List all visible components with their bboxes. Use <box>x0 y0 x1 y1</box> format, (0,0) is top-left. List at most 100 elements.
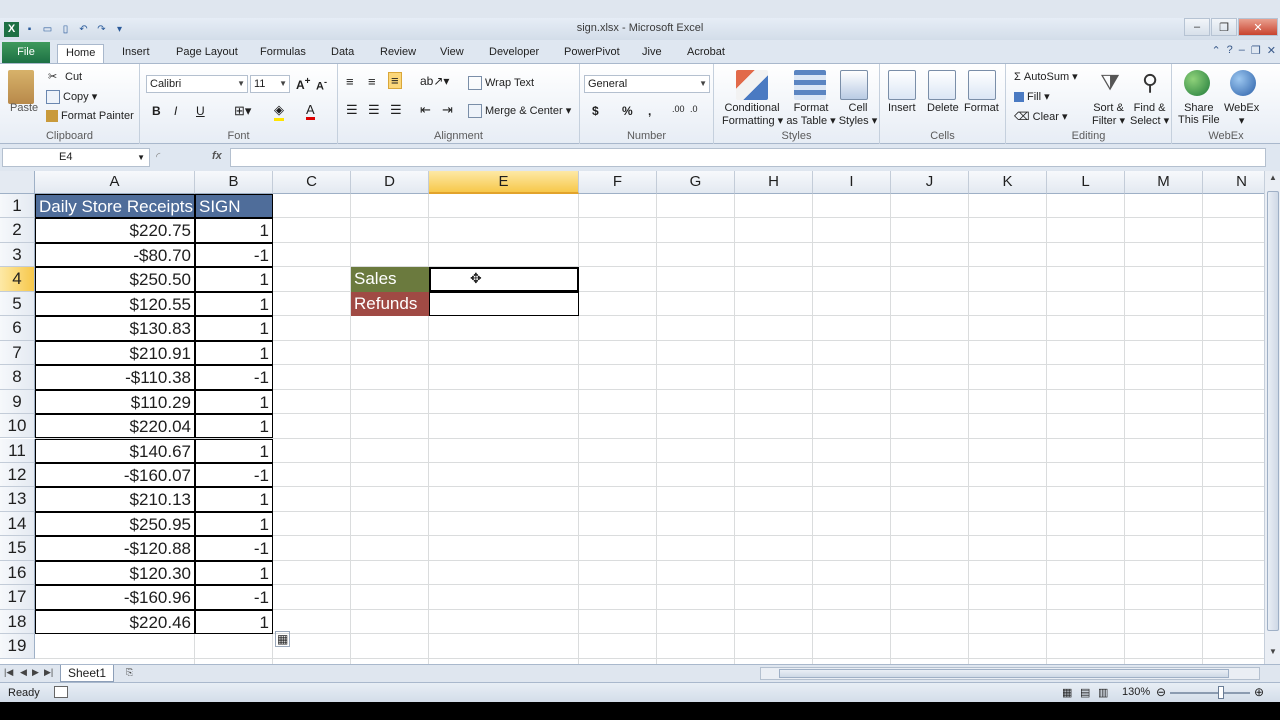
autosum-button[interactable]: Σ AutoSum ▾ <box>1014 70 1078 83</box>
cell-a9[interactable]: $110.29 <box>35 389 195 415</box>
conditional-formatting-button[interactable]: Conditional Formatting ▾ <box>722 102 783 127</box>
cell-b6[interactable]: 1 <box>195 316 273 341</box>
cell-a7[interactable]: $210.91 <box>35 340 195 366</box>
increase-indent-icon[interactable]: ⇥ <box>442 102 453 118</box>
row-header-17[interactable]: 17 <box>0 585 35 610</box>
fill-color-icon[interactable]: ◈ <box>274 102 284 121</box>
insert-button[interactable]: Insert <box>888 102 916 114</box>
cell-a15[interactable]: -$120.88 <box>35 536 195 561</box>
delete-cells-icon[interactable] <box>928 70 956 100</box>
insert-sheet-icon[interactable]: ⎘ <box>126 667 133 678</box>
zoom-out-icon[interactable]: ⊖ <box>1156 685 1166 699</box>
column-header-e[interactable]: E <box>429 171 579 194</box>
tab-view[interactable]: View <box>432 44 472 63</box>
cell-b10[interactable]: 1 <box>195 414 273 439</box>
format-cells-icon[interactable] <box>968 70 996 100</box>
clear-button[interactable]: ⌫ Clear ▾ <box>1014 110 1068 123</box>
cell-b5[interactable]: 1 <box>195 291 273 317</box>
cell-b15[interactable]: -1 <box>195 536 273 561</box>
tab-powerpivot[interactable]: PowerPivot <box>556 44 628 63</box>
worksheet-grid[interactable]: ABCDEFGHIJKLMN 1 2 3 4 5 6 7 8 9 10 11 12 13 14 15 16 17… <box>0 171 1264 664</box>
row-header-7[interactable]: 7 <box>0 340 35 366</box>
row-header-12[interactable]: 12 <box>0 462 35 488</box>
cell-a18[interactable]: $220.46 <box>35 609 195 635</box>
sort-filter-icon[interactable]: ⧩ <box>1094 70 1126 100</box>
format-as-table-button[interactable]: Format as Table ▾ <box>786 102 836 127</box>
cell-e4[interactable] <box>429 267 579 292</box>
column-header-j[interactable]: J <box>891 171 969 194</box>
minimize-ribbon-icon[interactable]: ⌃ <box>1211 44 1220 57</box>
paste-icon[interactable] <box>8 70 34 104</box>
horizontal-scrollbar[interactable] <box>760 667 1260 680</box>
row-header-1[interactable]: 1 <box>0 194 35 219</box>
tab-page-layout[interactable]: Page Layout <box>168 44 246 63</box>
merge-center-button[interactable]: Merge & Center ▾ <box>468 104 571 119</box>
cell-styles-icon[interactable] <box>840 70 868 100</box>
number-format-select[interactable]: General ▼ <box>584 75 710 93</box>
help-icon[interactable]: ? <box>1227 44 1233 57</box>
comma-button[interactable]: , <box>648 104 651 118</box>
italic-button[interactable]: I <box>174 104 177 118</box>
column-header-m[interactable]: M <box>1125 171 1203 194</box>
column-header-k[interactable]: K <box>969 171 1047 194</box>
page-layout-view-icon[interactable]: ▤ <box>1080 686 1090 699</box>
column-header-d[interactable]: D <box>351 171 429 194</box>
font-name-select[interactable]: Calibri ▼ <box>146 75 248 93</box>
bottom-align-icon[interactable]: ≡ <box>388 72 402 89</box>
row-header-10[interactable]: 10 <box>0 414 35 439</box>
row-header-11[interactable]: 11 <box>0 438 35 463</box>
format-as-table-icon[interactable] <box>794 70 826 100</box>
find-select-button[interactable]: Find & Select ▾ <box>1130 102 1169 127</box>
cell-b13[interactable]: 1 <box>195 487 273 512</box>
row-header-6[interactable]: 6 <box>0 316 35 341</box>
cell-a4[interactable]: $250.50 <box>35 267 195 292</box>
cell-a2[interactable]: $220.75 <box>35 218 195 243</box>
horizontal-scroll-thumb[interactable] <box>779 669 1229 678</box>
column-header-f[interactable]: F <box>579 171 657 194</box>
cut-button[interactable]: ✂ Cut <box>48 70 82 84</box>
webex-button[interactable]: WebEx ▾ <box>1224 102 1259 127</box>
align-right-icon[interactable]: ☰ <box>390 102 402 118</box>
doc-close-icon[interactable]: ✕ <box>1267 44 1276 57</box>
tab-review[interactable]: Review <box>372 44 424 63</box>
doc-minimize-icon[interactable]: – <box>1239 44 1245 57</box>
cell-a8[interactable]: -$110.38 <box>35 365 195 390</box>
webex-icon[interactable] <box>1230 70 1256 96</box>
doc-restore-icon[interactable]: ❐ <box>1251 44 1261 57</box>
zoom-slider[interactable] <box>1170 692 1250 694</box>
row-header-19[interactable]: 19 <box>0 634 35 659</box>
row-header-5[interactable]: 5 <box>0 291 35 317</box>
row-header-8[interactable]: 8 <box>0 365 35 390</box>
cell-a1[interactable]: Daily Store Receipts <box>35 194 195 219</box>
decrease-decimal-icon[interactable]: .0 <box>690 104 698 114</box>
orientation-icon[interactable]: ab↗▾ <box>420 74 449 88</box>
cell-b2[interactable]: 1 <box>195 218 273 243</box>
cell-a11[interactable]: $140.67 <box>35 438 195 463</box>
minimize-icon[interactable]: – <box>1184 18 1210 36</box>
cell-b17[interactable]: -1 <box>195 585 273 610</box>
cell-a17[interactable]: -$160.96 <box>35 585 195 610</box>
shrink-font-icon[interactable]: A- <box>316 77 327 93</box>
borders-icon[interactable]: ⊞▾ <box>234 103 251 119</box>
scroll-down-icon[interactable]: ▼ <box>1267 647 1279 661</box>
cell-b18[interactable]: 1 <box>195 609 273 635</box>
normal-view-icon[interactable]: ▦ <box>1062 686 1072 699</box>
tab-insert[interactable]: Insert <box>114 44 158 63</box>
row-header-16[interactable]: 16 <box>0 560 35 586</box>
format-button[interactable]: Format <box>964 102 999 114</box>
select-all-corner[interactable] <box>0 171 35 194</box>
align-center-icon[interactable]: ☰ <box>368 102 380 118</box>
cell-d5[interactable]: Refunds <box>351 291 429 317</box>
cell-b4[interactable]: 1 <box>195 267 273 292</box>
column-header-c[interactable]: C <box>273 171 351 194</box>
decrease-indent-icon[interactable]: ⇤ <box>420 102 431 118</box>
column-header-l[interactable]: L <box>1047 171 1125 194</box>
page-break-view-icon[interactable]: ▥ <box>1098 686 1108 699</box>
cell-a6[interactable]: $130.83 <box>35 316 195 341</box>
cell-b14[interactable]: 1 <box>195 511 273 537</box>
tab-acrobat[interactable]: Acrobat <box>679 44 733 63</box>
copy-button[interactable]: Copy ▾ <box>46 90 97 105</box>
cell-a14[interactable]: $250.95 <box>35 511 195 537</box>
zoom-slider-thumb[interactable] <box>1218 686 1224 699</box>
underline-button[interactable]: U <box>196 104 205 118</box>
